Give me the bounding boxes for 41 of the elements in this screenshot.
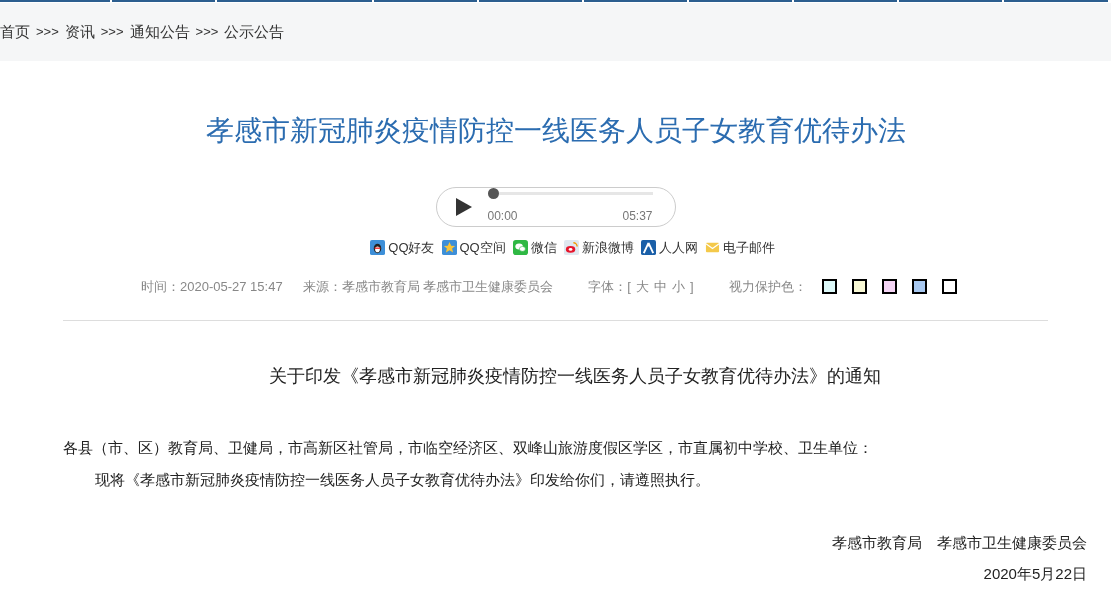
play-icon[interactable] <box>454 197 473 217</box>
article-title: 孝感市新冠肺炎疫情防控一线医务人员子女教育优待办法 <box>204 114 907 148</box>
share-link[interactable]: QQ好友 <box>370 238 435 258</box>
font-size-link[interactable]: 大 <box>635 276 649 296</box>
breadcrumb-link[interactable]: 通知公告 <box>129 20 190 44</box>
color-swatch[interactable] <box>881 278 897 294</box>
progress-track[interactable] <box>487 187 653 199</box>
share-link[interactable]: 电子邮件 <box>704 238 775 258</box>
breadcrumb-separator: >>> <box>100 23 124 42</box>
signature-line: 孝感市教育局 孝感市卫生健康委员会 <box>831 533 1087 553</box>
share-link[interactable]: 新浪微博 <box>563 238 634 258</box>
font-size-bracket: ] <box>689 277 694 296</box>
breadcrumb-separator: >>> <box>195 23 219 42</box>
font-size-label: 字体：[ <box>588 277 631 296</box>
breadcrumb-link[interactable]: 资讯 <box>64 20 95 44</box>
breadcrumb-separator: >>> <box>36 23 59 42</box>
article-paragraph: 现将《孝感市新冠肺炎疫情防控一线医务人员子女教育优待办法》印发给你们，请遵照执行。 <box>94 470 711 490</box>
breadcrumb-link[interactable]: 首页 <box>0 20 30 44</box>
article-heading: 关于印发《孝感市新冠肺炎疫情防控一线医务人员子女教育优待办法》的通知 <box>267 365 882 388</box>
color-swatch[interactable] <box>821 278 837 294</box>
share-link[interactable]: 人人网 <box>640 238 698 258</box>
share-link[interactable]: QQ空间 <box>441 238 506 258</box>
penguin-icon <box>370 240 386 256</box>
chat-bubbles-icon <box>512 240 528 256</box>
breadcrumb-link[interactable]: 公示公告 <box>224 20 285 44</box>
publish-time: 时间：2020-05-27 15:47 <box>141 277 283 296</box>
signature-line: 2020年5月22日 <box>982 564 1087 584</box>
article-paragraph: 各县（市、区）教育局、卫健局，市高新区社管局，市临空经济区、双峰山旅游度假区学区，市直属初中学校、卫生单位： <box>63 438 874 458</box>
share-link[interactable]: 微信 <box>512 238 557 258</box>
color-swatch[interactable] <box>911 278 927 294</box>
current-time: 00:00 <box>487 207 518 225</box>
font-size-link[interactable]: 小 <box>671 276 685 296</box>
figure-icon <box>640 240 656 256</box>
eye-logo-icon <box>563 240 579 256</box>
star-icon <box>441 240 457 256</box>
eye-care-label: 视力保护色： <box>728 277 807 296</box>
color-swatch[interactable] <box>851 278 867 294</box>
duration: 05:37 <box>622 207 653 225</box>
color-swatch[interactable] <box>941 278 957 294</box>
source: 来源：孝感市教育局 孝感市卫生健康委员会 <box>302 277 554 296</box>
font-size-link[interactable]: 中 <box>653 276 667 296</box>
